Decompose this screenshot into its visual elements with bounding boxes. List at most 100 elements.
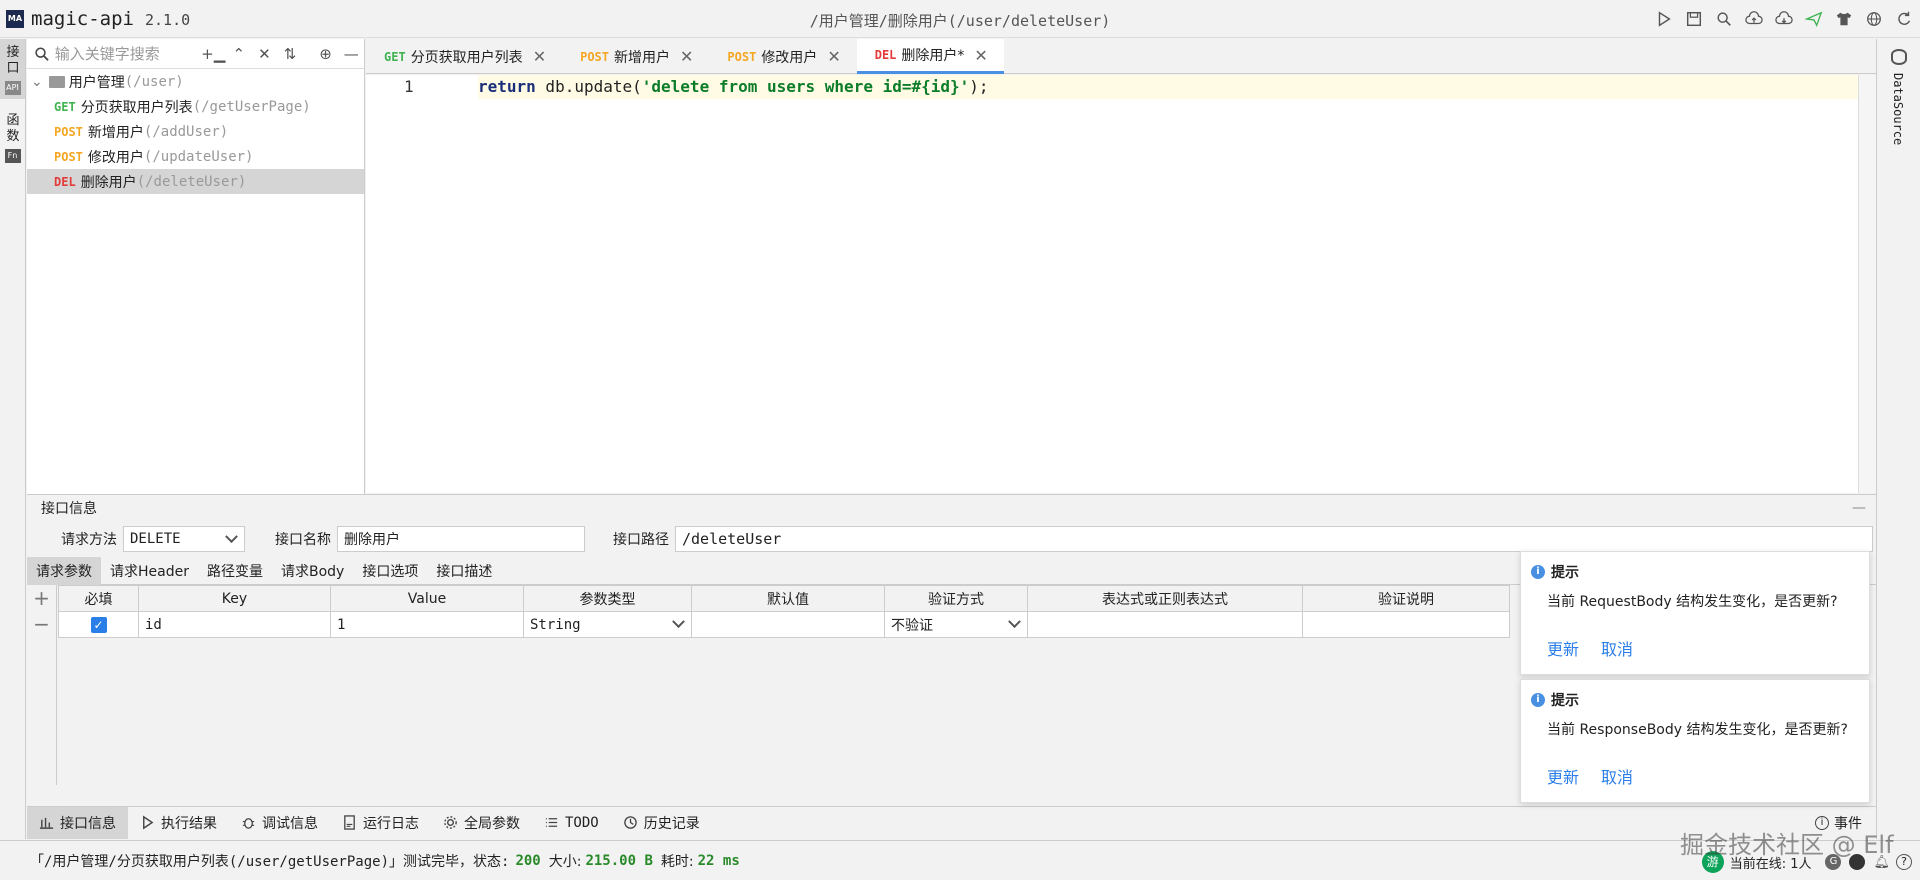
- add-row-button[interactable]: +: [27, 585, 56, 611]
- validation-cell[interactable]: 不验证: [884, 611, 1028, 638]
- tab-request-header[interactable]: 请求Header: [101, 557, 198, 585]
- status-code: 200: [515, 852, 541, 869]
- name-field[interactable]: 删除用户: [337, 526, 585, 552]
- checkbox-checked-icon[interactable]: ✓: [90, 616, 107, 633]
- status-size: 215.00 B: [585, 852, 653, 869]
- tab-get-user-page[interactable]: GET 分页获取用户列表 ✕: [366, 39, 562, 74]
- col-required: 必填: [58, 585, 139, 612]
- toast-body: 当前 RequestBody 结构发生变化，是否更新?: [1547, 594, 1838, 610]
- tab-label: 删除用户*: [901, 48, 965, 64]
- close-icon[interactable]: ✕: [974, 46, 987, 65]
- send-icon[interactable]: [1804, 9, 1824, 29]
- tree-item-get-user-page[interactable]: GET 分页获取用户列表 (/getUserPage): [27, 94, 364, 119]
- tree-item-add-user[interactable]: POST 新增用户 (/addUser): [27, 119, 364, 144]
- run-icon[interactable]: [1654, 9, 1674, 29]
- tab-path-variables[interactable]: 路径变量: [198, 557, 272, 585]
- title-bar: MA magic-api 2.1.0 /用户管理/删除用户(/user/dele…: [0, 0, 1920, 38]
- tree-search-bar: 输入关键字搜索 +▁ ⌃ ✕ ⇅ ⊕ —: [27, 39, 364, 69]
- bottom-tab-label: 调试信息: [262, 815, 318, 832]
- bar-chart-icon: [39, 817, 54, 829]
- col-default: 默认值: [691, 585, 885, 612]
- code-editor[interactable]: 1 return db.update('delete from users wh…: [366, 75, 1876, 493]
- editor-scrollbar[interactable]: [1858, 75, 1876, 493]
- path-field[interactable]: /deleteUser: [675, 526, 1873, 552]
- tab-delete-user[interactable]: DEL 删除用户* ✕: [856, 39, 1004, 74]
- code-line[interactable]: return db.update('delete from users wher…: [478, 77, 989, 96]
- locate-icon[interactable]: ⊕: [313, 44, 339, 64]
- save-icon[interactable]: [1684, 9, 1704, 29]
- bottom-tab-debug[interactable]: 调试信息: [229, 807, 330, 839]
- tab-update-user[interactable]: POST 修改用户 ✕: [709, 39, 856, 74]
- method-badge: POST: [727, 49, 757, 64]
- expression-cell[interactable]: [1027, 611, 1303, 638]
- tree-group[interactable]: ⌄ 用户管理 (/user): [27, 69, 364, 94]
- bottom-tab-log[interactable]: 运行日志: [330, 807, 431, 839]
- upload-icon[interactable]: [1744, 9, 1764, 29]
- tree-item-delete-user[interactable]: DEL 删除用户 (/deleteUser): [27, 169, 364, 194]
- close-icon[interactable]: ✕: [680, 47, 693, 66]
- line-number: 1: [404, 77, 414, 96]
- tab-request-body[interactable]: 请求Body: [272, 557, 353, 585]
- clock-icon: [623, 816, 637, 829]
- name-field-value: 删除用户: [344, 532, 400, 548]
- tree-item-name: 删除用户: [80, 174, 137, 191]
- globe-icon[interactable]: [1864, 9, 1884, 29]
- default-cell[interactable]: [691, 611, 885, 638]
- value-cell[interactable]: 1: [330, 611, 524, 638]
- validation-desc-cell[interactable]: [1302, 611, 1510, 638]
- tab-api-description[interactable]: 接口描述: [427, 557, 501, 585]
- window-title: /用户管理/删除用户(/user/deleteUser): [809, 12, 1111, 30]
- col-validation-desc: 验证说明: [1302, 585, 1510, 612]
- editor-tabs: GET 分页获取用户列表 ✕ POST 新增用户 ✕ POST 修改用户 ✕ D…: [366, 39, 1876, 74]
- toast-actions: 更新 取消: [1547, 764, 1633, 788]
- method-badge: GET: [384, 49, 406, 64]
- sort-icon[interactable]: ⇅: [277, 44, 303, 64]
- minimize-icon[interactable]: —: [338, 44, 364, 64]
- bottom-tab-run-result[interactable]: 执行结果: [128, 807, 229, 839]
- update-button[interactable]: 更新: [1547, 764, 1579, 788]
- cancel-button[interactable]: 取消: [1601, 764, 1633, 788]
- tree-group-path: (/user): [124, 73, 184, 90]
- method-badge: GET: [54, 99, 76, 114]
- datasource-tab[interactable]: DataSource: [1891, 73, 1905, 145]
- remove-row-button[interactable]: −: [27, 611, 56, 637]
- toast-actions: 更新 取消: [1547, 636, 1633, 660]
- collapse-all-icon[interactable]: ✕: [252, 44, 278, 64]
- bottom-tab-todo[interactable]: TODO: [532, 807, 611, 839]
- col-expression: 表达式或正则表达式: [1027, 585, 1303, 612]
- download-icon[interactable]: [1774, 9, 1794, 29]
- rail-item-api[interactable]: 接口 API: [0, 39, 25, 99]
- required-cell[interactable]: ✓: [58, 611, 139, 638]
- bottom-tab-history[interactable]: 历史记录: [611, 807, 712, 839]
- chevron-down-icon: [225, 529, 238, 543]
- col-type: 参数类型: [523, 585, 692, 612]
- search-input[interactable]: 输入关键字搜索: [55, 43, 201, 64]
- skin-icon[interactable]: [1834, 9, 1854, 29]
- chevron-down-icon: [1008, 615, 1021, 629]
- key-cell[interactable]: id: [138, 611, 331, 638]
- chevron-down-icon: ⌄: [31, 73, 43, 90]
- type-cell[interactable]: String: [523, 611, 692, 638]
- add-group-icon[interactable]: +▁: [200, 44, 226, 64]
- tab-api-options[interactable]: 接口选项: [353, 557, 427, 585]
- update-button[interactable]: 更新: [1547, 636, 1579, 660]
- rail-item-function[interactable]: 函数 Fn: [0, 107, 25, 163]
- expand-all-icon[interactable]: ⌃: [226, 44, 252, 64]
- close-icon[interactable]: ✕: [533, 47, 546, 66]
- bottom-tab-global-params[interactable]: 全局参数: [431, 807, 532, 839]
- minimize-icon[interactable]: —: [1852, 500, 1866, 516]
- cancel-button[interactable]: 取消: [1601, 636, 1633, 660]
- toast-title: 提示: [1551, 565, 1579, 581]
- right-rail: DataSource: [1876, 39, 1920, 839]
- bottom-tab-api-info[interactable]: 接口信息: [27, 806, 128, 839]
- type-select-value: String: [530, 616, 581, 633]
- tab-add-user[interactable]: POST 新增用户 ✕: [562, 39, 709, 74]
- datasource-icon[interactable]: [1891, 49, 1907, 65]
- close-icon[interactable]: ✕: [827, 47, 840, 66]
- tab-request-params[interactable]: 请求参数: [27, 556, 101, 585]
- method-select[interactable]: DELETE: [123, 526, 245, 552]
- help-icon[interactable]: ?: [1896, 854, 1912, 870]
- search-icon[interactable]: [1714, 9, 1734, 29]
- tree-item-update-user[interactable]: POST 修改用户 (/updateUser): [27, 144, 364, 169]
- refresh-icon[interactable]: [1894, 9, 1914, 29]
